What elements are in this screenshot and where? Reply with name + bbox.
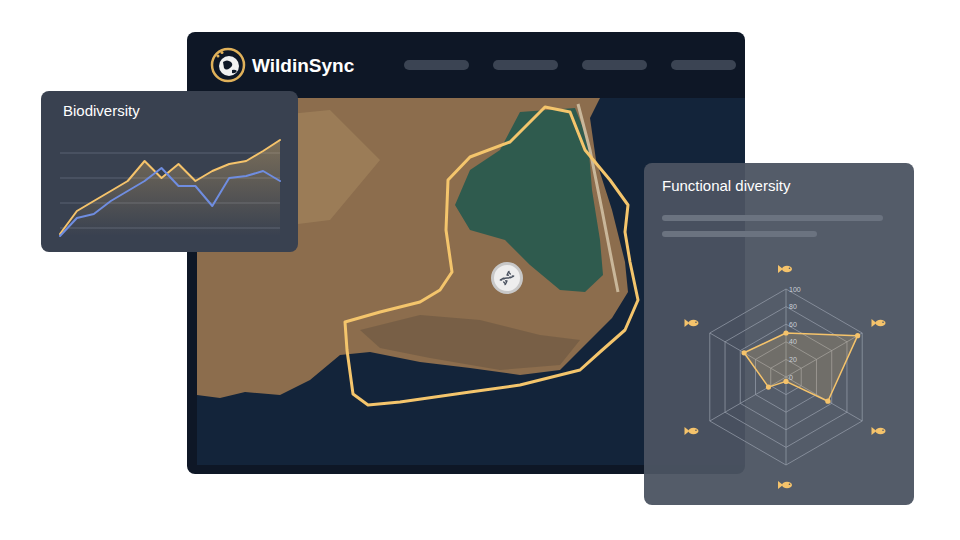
- logo: WildinSync: [210, 47, 354, 83]
- biodiversity-card: Biodiversity: [41, 91, 298, 252]
- fish-icon: [872, 319, 886, 327]
- functional-diversity-card: Functional diversity 100 80 60 40 20 0: [644, 163, 914, 505]
- series-area: [60, 140, 280, 236]
- radar-point: [783, 330, 788, 335]
- biodiversity-chart: [41, 131, 298, 241]
- radar-axis: [786, 377, 787, 465]
- radar-tick: 100: [789, 286, 801, 293]
- nav-item[interactable]: [671, 60, 736, 70]
- nav: [404, 60, 736, 70]
- radar-tick: 60: [789, 321, 797, 328]
- radar-point: [766, 385, 771, 390]
- globe-logo-icon: [210, 47, 246, 83]
- app-name: WildinSync: [252, 56, 354, 75]
- nav-item[interactable]: [493, 60, 558, 70]
- dna-marker[interactable]: [491, 262, 523, 294]
- radar-tick: 20: [789, 356, 797, 363]
- radar-point: [783, 379, 788, 384]
- radar-grid: [710, 289, 862, 465]
- skeleton-line: [662, 215, 883, 221]
- radar-area: [744, 333, 858, 401]
- fish-icon: [684, 319, 698, 327]
- sandbar: [578, 104, 618, 292]
- grid-line: [60, 153, 280, 154]
- radar-point: [741, 350, 746, 355]
- series-line: [60, 168, 280, 236]
- card-title: Functional diversity: [644, 163, 914, 196]
- mountains: [360, 315, 580, 370]
- series-line: [60, 140, 280, 234]
- fish-icon: [778, 265, 792, 273]
- radar-tick: 80: [789, 303, 797, 310]
- radar-tick: 0: [789, 374, 793, 381]
- nav-item[interactable]: [404, 60, 469, 70]
- nav-item[interactable]: [582, 60, 647, 70]
- chart-series: [60, 140, 280, 236]
- fish-icon: [778, 481, 792, 489]
- chart-series: [60, 168, 280, 236]
- dna-icon: [499, 270, 515, 286]
- radar-point: [855, 333, 860, 338]
- card-title: Biodiversity: [41, 91, 298, 121]
- page: WildinSync Biodiversity Functional diversi…: [0, 0, 960, 540]
- fish-icon: [872, 427, 886, 435]
- radar-tick: 40: [789, 338, 797, 345]
- skeleton-line: [662, 231, 817, 237]
- protected-area-outline: [345, 107, 638, 405]
- radar-point: [825, 399, 830, 404]
- header: WildinSync: [187, 32, 745, 98]
- radar-chart: 100 80 60 40 20 0: [644, 249, 914, 499]
- fish-icon: [684, 427, 698, 435]
